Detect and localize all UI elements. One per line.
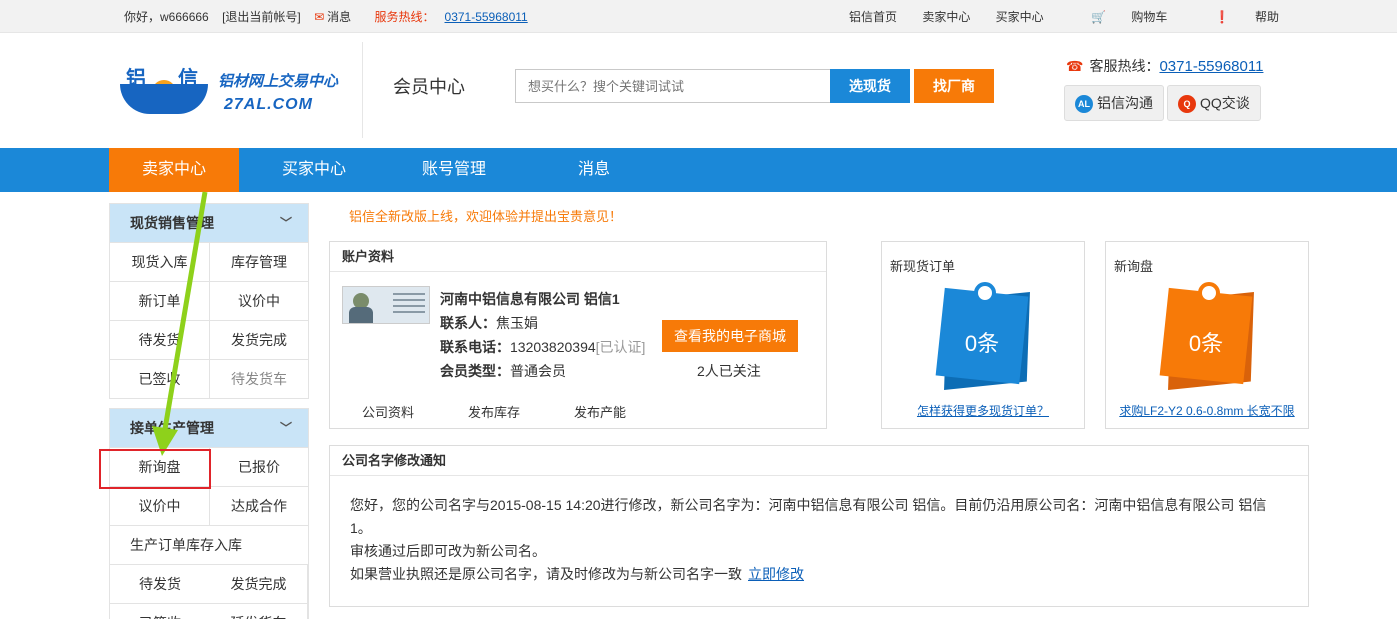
mail-icon: ✉ [314,10,325,24]
home-link[interactable]: 铝信首页 [849,10,897,24]
hotline-phone-link[interactable]: 0371-55968011 [1159,58,1263,75]
spot-orders-card: 新现货订单 0条 怎样获得更多现货订单？ [881,241,1085,429]
view-shop-button[interactable]: 查看我的电子商城 [662,320,798,352]
qq-chat-button[interactable]: Q QQ交谈 [1167,85,1261,121]
verified-badge: [已认证] [595,339,646,355]
sidebar-item-shipped[interactable]: 发货完成 [210,320,308,359]
notice-banner: 铝信全新改版上线，欢迎体验并提出宝贵意见！ [349,209,623,224]
chevron-down-icon: ﹀ [279,216,292,230]
customer-hotline: ☎ 客服热线：0371-55968011 [1066,58,1264,75]
spot-orders-help-link[interactable]: 怎样获得更多现货订单？ [882,402,1084,419]
buyer-center-link[interactable]: 买家中心 [996,10,1044,24]
messages-link[interactable]: ✉ 消息 [314,10,361,24]
logout-link[interactable]: [退出当前帐号] [222,10,301,24]
top-bar: 你好，w666666 [退出当前帐号] ✉ 消息 服务热线： 0371-559680… [0,0,1397,33]
qq-icon: Q [1178,95,1196,114]
nav-messages[interactable]: 消息 [529,148,659,192]
inquiries-card: 新询盘 0条 求购LF2-Y2 0.6-0.8mm 长宽不限 [1105,241,1309,429]
main-nav: 卖家中心 买家中心 账号管理 消息 [0,148,1397,192]
annotation-highlight-box [99,449,211,489]
company-name: 河南中铝信息有限公司 铝信1 [440,291,620,307]
seller-center-link[interactable]: 卖家中心 [922,10,970,24]
logo-bowl-icon [120,84,208,114]
search-input[interactable] [515,69,831,103]
sidebar-item-quoted[interactable]: 已报价 [210,447,308,486]
member-center-title: 会员中心 [393,77,465,97]
nav-seller-center[interactable]: 卖家中心 [109,148,239,192]
rename-notice-card: 公司名字修改通知 您好，您的公司名字与2015-08-15 14:20进行修改，… [329,445,1309,607]
chevron-down-icon: ﹀ [279,421,292,435]
help-link[interactable]: ❗ 帮助 [1193,10,1279,24]
annotation-arrow [152,191,208,456]
sidebar-item-prod-delay[interactable]: 延发货车 [210,603,308,619]
cart-icon: 🛒 [1091,10,1106,24]
service-phone-link[interactable]: 0371-55968011 [445,10,528,24]
inquiries-flag-icon: 0条 [1156,282,1256,392]
sidebar-item-inventory[interactable]: 库存管理 [210,242,308,281]
lvxin-chat-icon: AL [1075,95,1093,114]
inquiries-count: 0条 [1188,331,1224,356]
publish-capacity-link[interactable]: 发布产能 [574,402,626,421]
search-spot-button[interactable]: 选现货 [830,69,910,103]
member-type: 会员类型：普通会员 [440,363,566,379]
rename-notice-line-3: 如果营业执照还是原公司名字，请及时修改为与新公司名字一致 立即修改 [350,566,804,582]
nav-buyer-center[interactable]: 买家中心 [249,148,379,192]
nav-account-management[interactable]: 账号管理 [389,148,519,192]
account-card: 账户资料 河南中铝信息有限公司 铝信1 联系人：焦玉娟 联系电话：1320382… [329,241,827,429]
spot-orders-count: 0条 [964,331,1000,356]
latest-inquiry-link[interactable]: 求购LF2-Y2 0.6-0.8mm 长宽不限 [1106,402,1308,419]
inquiries-title: 新询盘 [1114,259,1154,274]
sidebar-item-production-stock-in[interactable]: 生产订单库存入库 [110,525,308,564]
followers-count: 2人已关注 [697,363,761,379]
lvxin-chat-button[interactable]: AL 铝信沟通 [1064,85,1164,121]
account-card-title: 账户资料 [330,242,826,272]
site-logo[interactable]: 铝 信 铝材网上交易中心 27AL.COM [120,62,342,122]
contact-person: 联系人：焦玉娟 [440,315,538,331]
help-icon: ❗ [1214,10,1230,24]
modify-now-link[interactable]: 立即修改 [748,566,804,582]
company-avatar [342,286,430,324]
logo-title: 铝材网上交易中心 [218,73,339,90]
search-factory-button[interactable]: 找厂商 [914,69,994,103]
sidebar-item-prod-to-ship[interactable]: 待发货 [110,564,210,603]
greeting: 你好，w666666 [124,10,209,24]
sidebar-item-prod-negotiating[interactable]: 议价中 [110,486,210,525]
rename-notice-line-2: 审核通过后即可改为新公司名。 [350,543,546,559]
service-hotline: 服务热线： 0371-55968011 [374,10,528,24]
rename-notice-title: 公司名字修改通知 [330,446,1308,476]
publish-stock-link[interactable]: 发布库存 [468,402,520,421]
spot-orders-flag-icon: 0条 [932,282,1032,392]
contact-phone: 联系电话：13203820394[已认证] [440,339,646,355]
company-profile-link[interactable]: 公司资料 [362,402,414,421]
sidebar-item-prod-signed[interactable]: 已签收 [110,603,210,619]
phone-icon: ☎ [1066,58,1084,74]
spot-orders-title: 新现货订单 [890,259,956,274]
sidebar-item-to-ship-truck[interactable]: 待发货车 [210,359,308,398]
rename-notice-line-1: 您好，您的公司名字与2015-08-15 14:20进行修改，新公司名字为：河南… [350,497,1267,536]
logo-domain: 27AL.COM [224,96,313,113]
sidebar-item-prod-shipped[interactable]: 发货完成 [210,564,308,603]
sidebar-item-negotiating[interactable]: 议价中 [210,281,308,320]
sidebar-item-cooperation[interactable]: 达成合作 [210,486,308,525]
header-divider [362,42,363,138]
cart-link[interactable]: 🛒 购物车 [1069,10,1167,24]
